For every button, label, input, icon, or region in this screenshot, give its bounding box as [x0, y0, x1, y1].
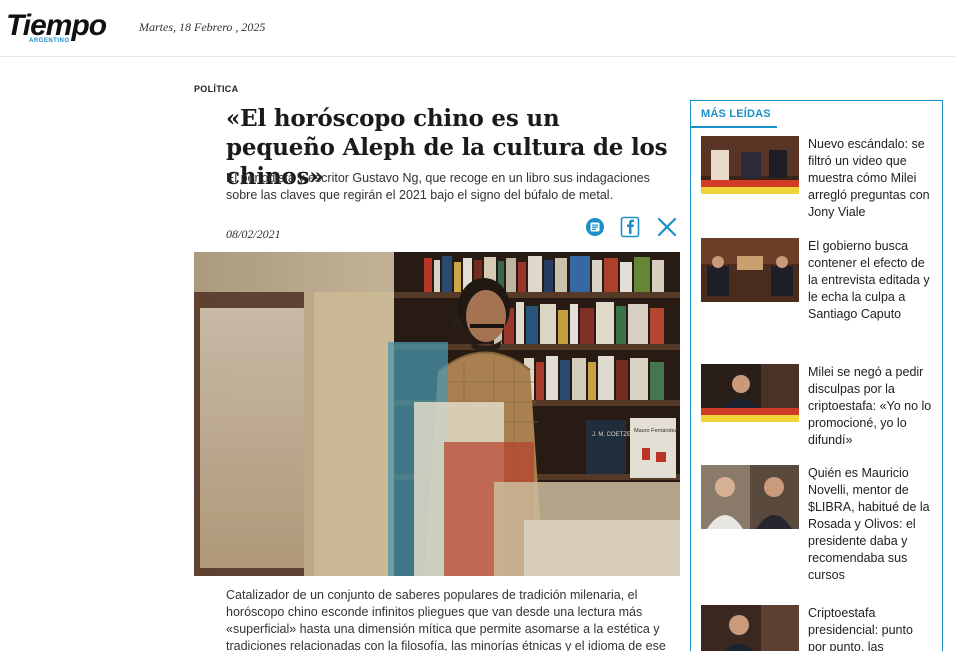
news-thumbnail[interactable] [701, 238, 799, 302]
section-label[interactable]: POLÍTICA [194, 84, 238, 94]
article-date: 08/02/2021 [226, 227, 281, 241]
news-headline[interactable]: Milei se negó a pedir disculpas por la c… [808, 364, 934, 449]
facebook-icon [620, 216, 640, 238]
title-underline [691, 126, 777, 128]
news-thumbnail[interactable] [701, 136, 799, 194]
share-facebook-button[interactable] [619, 216, 641, 238]
x-icon [657, 217, 677, 237]
site-header: Tiempo ARGENTINO Martes, 18 Febrero , 20… [0, 0, 955, 57]
article-photo: J. M. COETZEE Mauro Fernández [194, 252, 680, 576]
news-thumbnail[interactable] [701, 364, 799, 422]
news-headline[interactable]: Criptoestafa presidencial: punto por pun… [808, 605, 934, 651]
article-body: Catalizador de un conjunto de saberes po… [226, 588, 666, 651]
site-logo[interactable]: Tiempo ARGENTINO [6, 9, 107, 49]
news-thumbnail[interactable] [701, 605, 799, 651]
news-headline[interactable]: El gobierno busca contener el efecto de … [808, 238, 934, 323]
news-headline[interactable]: Quién es Mauricio Novelli, mentor de $LI… [808, 465, 934, 584]
article-subtitle: El periodista y escritor Gustavo Ng, que… [226, 171, 650, 202]
most-read-title: MÁS LEÍDAS [701, 108, 771, 120]
news-headline[interactable]: Nuevo escándalo: se filtró un video que … [808, 136, 934, 221]
logo-subtext: ARGENTINO [29, 38, 70, 44]
news-thumbnail[interactable] [701, 465, 799, 529]
share-x-button[interactable] [656, 216, 678, 238]
current-date: Martes, 18 Febrero , 2025 [139, 20, 266, 34]
whatsapp-icon [585, 217, 605, 237]
most-read-sidebar: MÁS LEÍDAS Nuevo escándalo: se filtró un… [690, 100, 943, 651]
share-whatsapp-button[interactable] [584, 216, 606, 238]
